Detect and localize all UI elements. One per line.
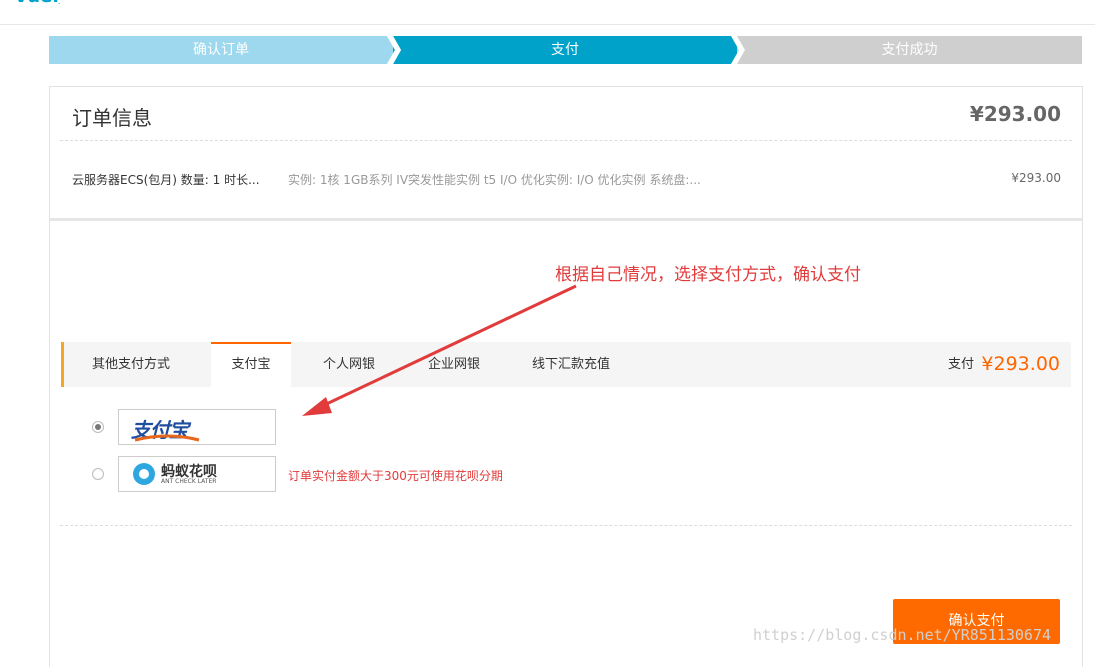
order-item-price: ¥293.00	[1011, 171, 1061, 185]
huabei-radio[interactable]	[92, 468, 104, 480]
divider	[60, 140, 1072, 141]
top-header: Vue.js	[0, 0, 1095, 25]
payment-tabs: 其他支付方式 支付宝 个人网银 企业网银 线下汇款充值 支付 ¥293.00	[61, 342, 1071, 388]
tab-personal-bank[interactable]: 个人网银	[323, 342, 375, 387]
watermark: https://blog.csdn.net/YR851130674	[753, 626, 1052, 644]
alipay-option[interactable]: 支付宝	[118, 409, 276, 445]
huabei-logo-icon	[133, 463, 155, 485]
checkout-steps: 确认订单 支付 支付成功	[49, 36, 1082, 64]
huabei-option[interactable]: 蚂蚁花呗 ANT CHECK LATER	[118, 456, 276, 492]
tabs-accent-bar	[61, 342, 64, 387]
order-total: ¥293.00	[969, 102, 1061, 126]
section-separator	[50, 218, 1082, 221]
order-item-name: 云服务器ECS(包月) 数量: 1 时长...	[72, 173, 260, 187]
alipay-radio[interactable]	[92, 421, 104, 433]
site-logo[interactable]: Vue.js	[14, 0, 60, 4]
order-info-title: 订单信息	[72, 106, 152, 130]
annotation-text: 根据自己情况，选择支付方式，确认支付	[555, 265, 861, 285]
tab-business-bank[interactable]: 企业网银	[428, 342, 480, 387]
pay-label: 支付	[947, 357, 974, 372]
pay-amount: ¥293.00	[981, 353, 1060, 375]
chevron-tip	[387, 36, 401, 64]
huabei-hint: 订单实付金额大于300元可使用花呗分期	[288, 469, 503, 483]
tab-alipay[interactable]: 支付宝	[211, 342, 291, 388]
huabei-logo-sub: ANT CHECK LATER	[161, 478, 217, 485]
step-chevrons	[387, 36, 745, 64]
chevron-separator	[731, 36, 745, 64]
alipay-logo-swoosh	[134, 434, 200, 442]
divider	[60, 525, 1072, 526]
order-item-spec: 实例: 1核 1GB系列 IV突发性能实例 t5 I/O 优化实例: I/O 优…	[288, 173, 701, 187]
tab-offline-transfer[interactable]: 线下汇款充值	[532, 342, 610, 387]
tab-other-payment[interactable]: 其他支付方式	[92, 342, 170, 387]
order-panel: 订单信息 ¥293.00 云服务器ECS(包月) 数量: 1 时长... 实例:…	[49, 86, 1083, 667]
